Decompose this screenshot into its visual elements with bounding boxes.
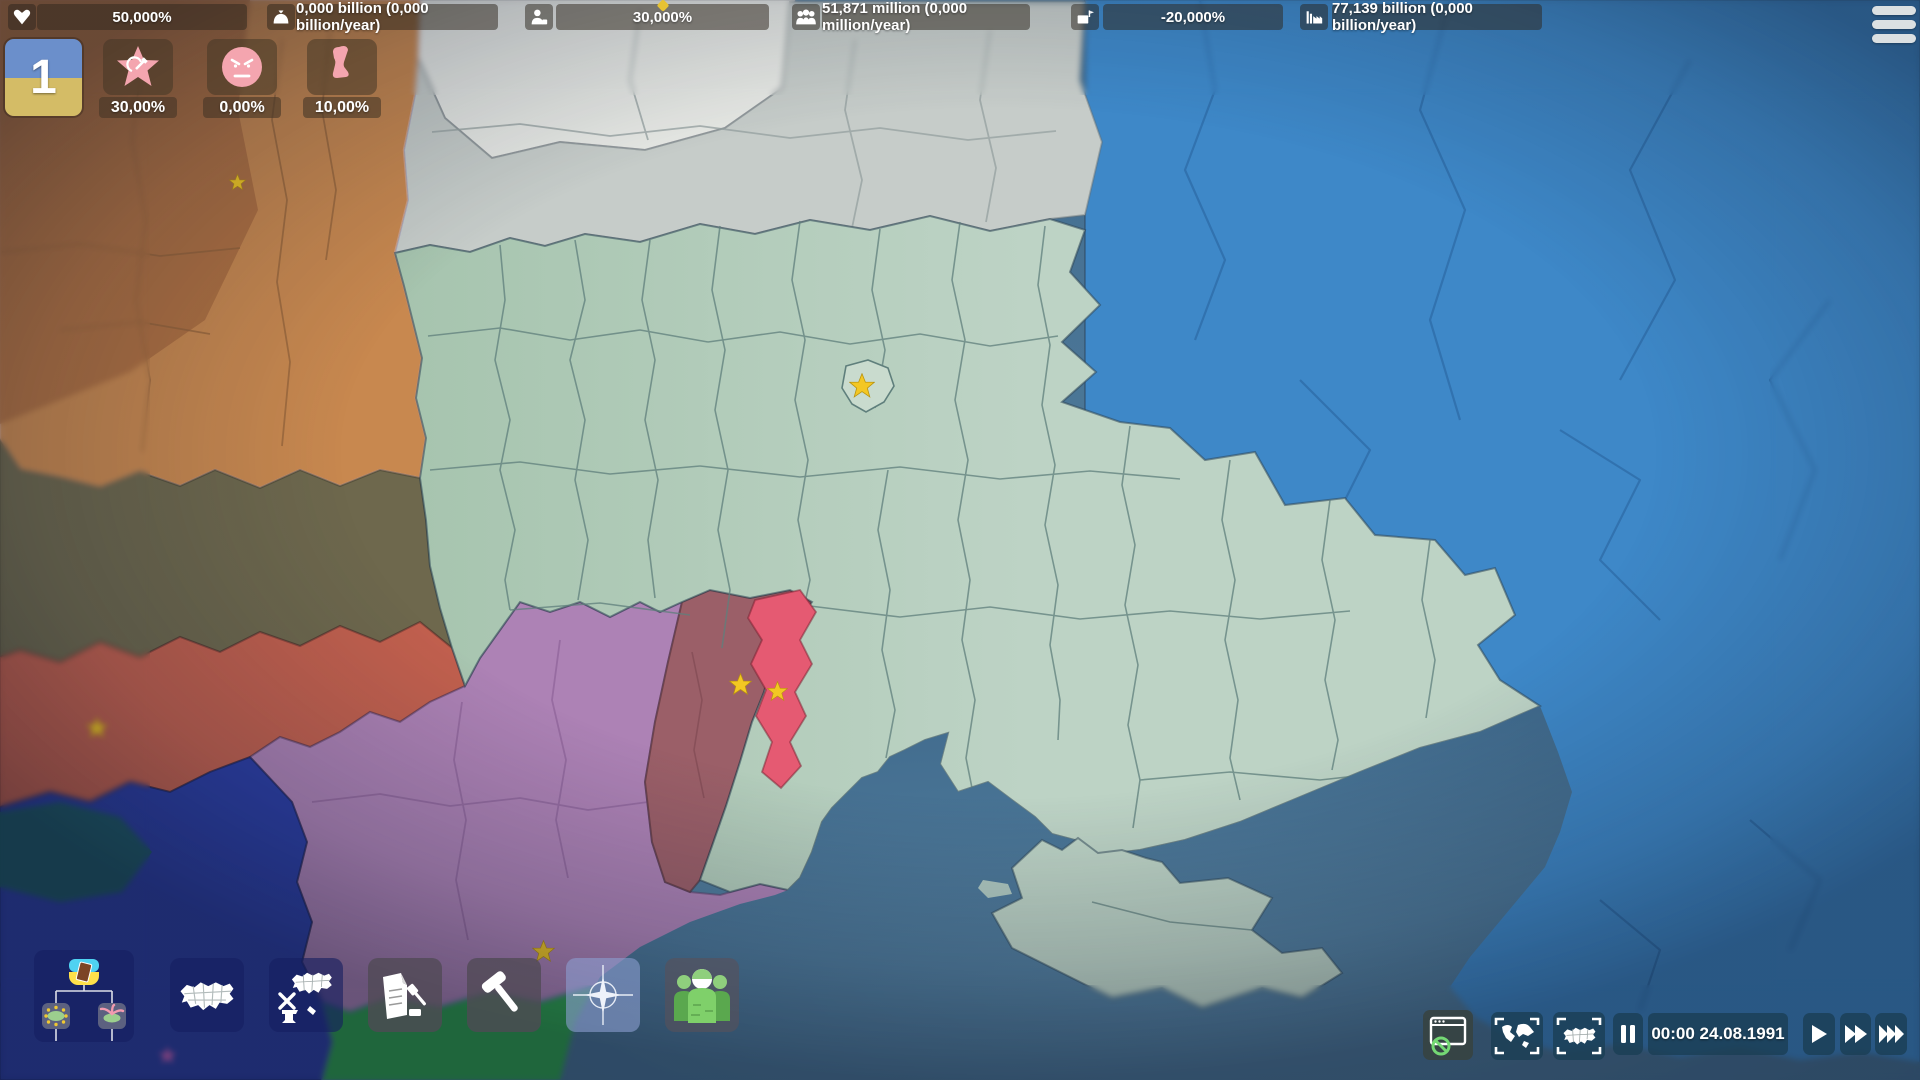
laws-gavel-icon: [377, 969, 433, 1021]
unrest-stat-tile[interactable]: [307, 39, 377, 95]
manpower-stat[interactable]: [525, 4, 553, 30]
happiness-value-bar[interactable]: 50,000%: [37, 4, 247, 30]
treasury-stat[interactable]: [267, 4, 295, 30]
angry-face-icon: [219, 44, 265, 90]
laws-button[interactable]: [368, 958, 442, 1032]
fast-forward-button[interactable]: [1840, 1013, 1871, 1055]
population-value: 51,871 million (0,000 million/year): [822, 0, 1030, 34]
population-group-icon: [671, 965, 733, 1025]
world-view-icon: [1494, 1015, 1540, 1057]
goods-stat[interactable]: [1071, 4, 1099, 30]
construction-button[interactable]: [467, 958, 541, 1032]
play-button[interactable]: [1803, 1013, 1835, 1055]
country-flag-tile[interactable]: 1: [5, 39, 82, 116]
treasury-value-bar[interactable]: 0,000 billion (0,000 billion/year): [296, 4, 498, 30]
factory-icon: [1304, 8, 1324, 26]
industry-value: 77,139 billion (0,000 billion/year): [1332, 0, 1542, 34]
anger-value-label: 0,00%: [203, 97, 281, 118]
construction-hammer-icon: [477, 968, 531, 1022]
game-screen: 50,000% 0,000 billion (0,000 billion/yea…: [0, 0, 1920, 1080]
person-icon: [529, 8, 549, 26]
rebellion-map-icon: [276, 966, 336, 1024]
fast-forward-icon: [1844, 1024, 1868, 1044]
rebellion-map-button[interactable]: [269, 958, 343, 1032]
goods-value-bar[interactable]: -20,000%: [1103, 4, 1283, 30]
population-value-bar[interactable]: 51,871 million (0,000 million/year): [822, 4, 1030, 30]
play-icon: [1810, 1024, 1828, 1044]
communism-stat-tile[interactable]: [103, 39, 173, 95]
nato-compass-icon: [571, 963, 635, 1027]
population-stat[interactable]: [792, 4, 820, 30]
goods-crate-icon: [1075, 8, 1095, 26]
hamburger-icon: [1872, 6, 1916, 15]
country-rank-number: 1: [30, 50, 57, 105]
treasury-value: 0,000 billion (0,000 billion/year): [296, 0, 498, 34]
unrest-value-label: 10,00%: [303, 97, 381, 118]
happiness-value: 50,000%: [112, 9, 171, 26]
hide-interface-button[interactable]: [1423, 1010, 1473, 1060]
country-view-icon: [1556, 1015, 1602, 1057]
top-stat-bar: 50,000% 0,000 billion (0,000 billion/yea…: [0, 0, 1920, 34]
manpower-value-bar[interactable]: 30,000%: [556, 4, 769, 30]
game-date-display: 00:00 24.08.1991: [1648, 1013, 1788, 1055]
anger-stat-tile[interactable]: [207, 39, 277, 95]
provinces-map-button[interactable]: [170, 958, 244, 1032]
heart-icon: [12, 8, 32, 26]
date-text: 00:00 24.08.1991: [1651, 1024, 1784, 1044]
world-map[interactable]: [0, 0, 1920, 1080]
government-tree-icon: [34, 950, 134, 1042]
hamburger-menu-button[interactable]: [1872, 6, 1916, 46]
pause-icon: [1619, 1024, 1637, 1044]
fastest-forward-button[interactable]: [1875, 1013, 1907, 1055]
hide-interface-icon: [1426, 1014, 1470, 1056]
communism-star-icon: [114, 44, 162, 90]
pause-button[interactable]: [1613, 1013, 1643, 1055]
country-view-button[interactable]: [1553, 1012, 1605, 1060]
happiness-stat[interactable]: [8, 4, 36, 30]
population-button[interactable]: [665, 958, 739, 1032]
world-view-button[interactable]: [1491, 1012, 1543, 1060]
people-icon: [795, 8, 817, 26]
country-provinces-icon: [178, 975, 236, 1015]
boot-icon: [320, 44, 364, 90]
communism-value-label: 30,00%: [99, 97, 177, 118]
money-bag-icon: [271, 8, 291, 26]
government-tree-button[interactable]: [34, 950, 134, 1042]
alliance-button[interactable]: [566, 958, 640, 1032]
goods-value: -20,000%: [1161, 9, 1225, 26]
industry-stat[interactable]: [1300, 4, 1328, 30]
industry-value-bar[interactable]: 77,139 billion (0,000 billion/year): [1332, 4, 1542, 30]
fastest-forward-icon: [1878, 1024, 1905, 1044]
